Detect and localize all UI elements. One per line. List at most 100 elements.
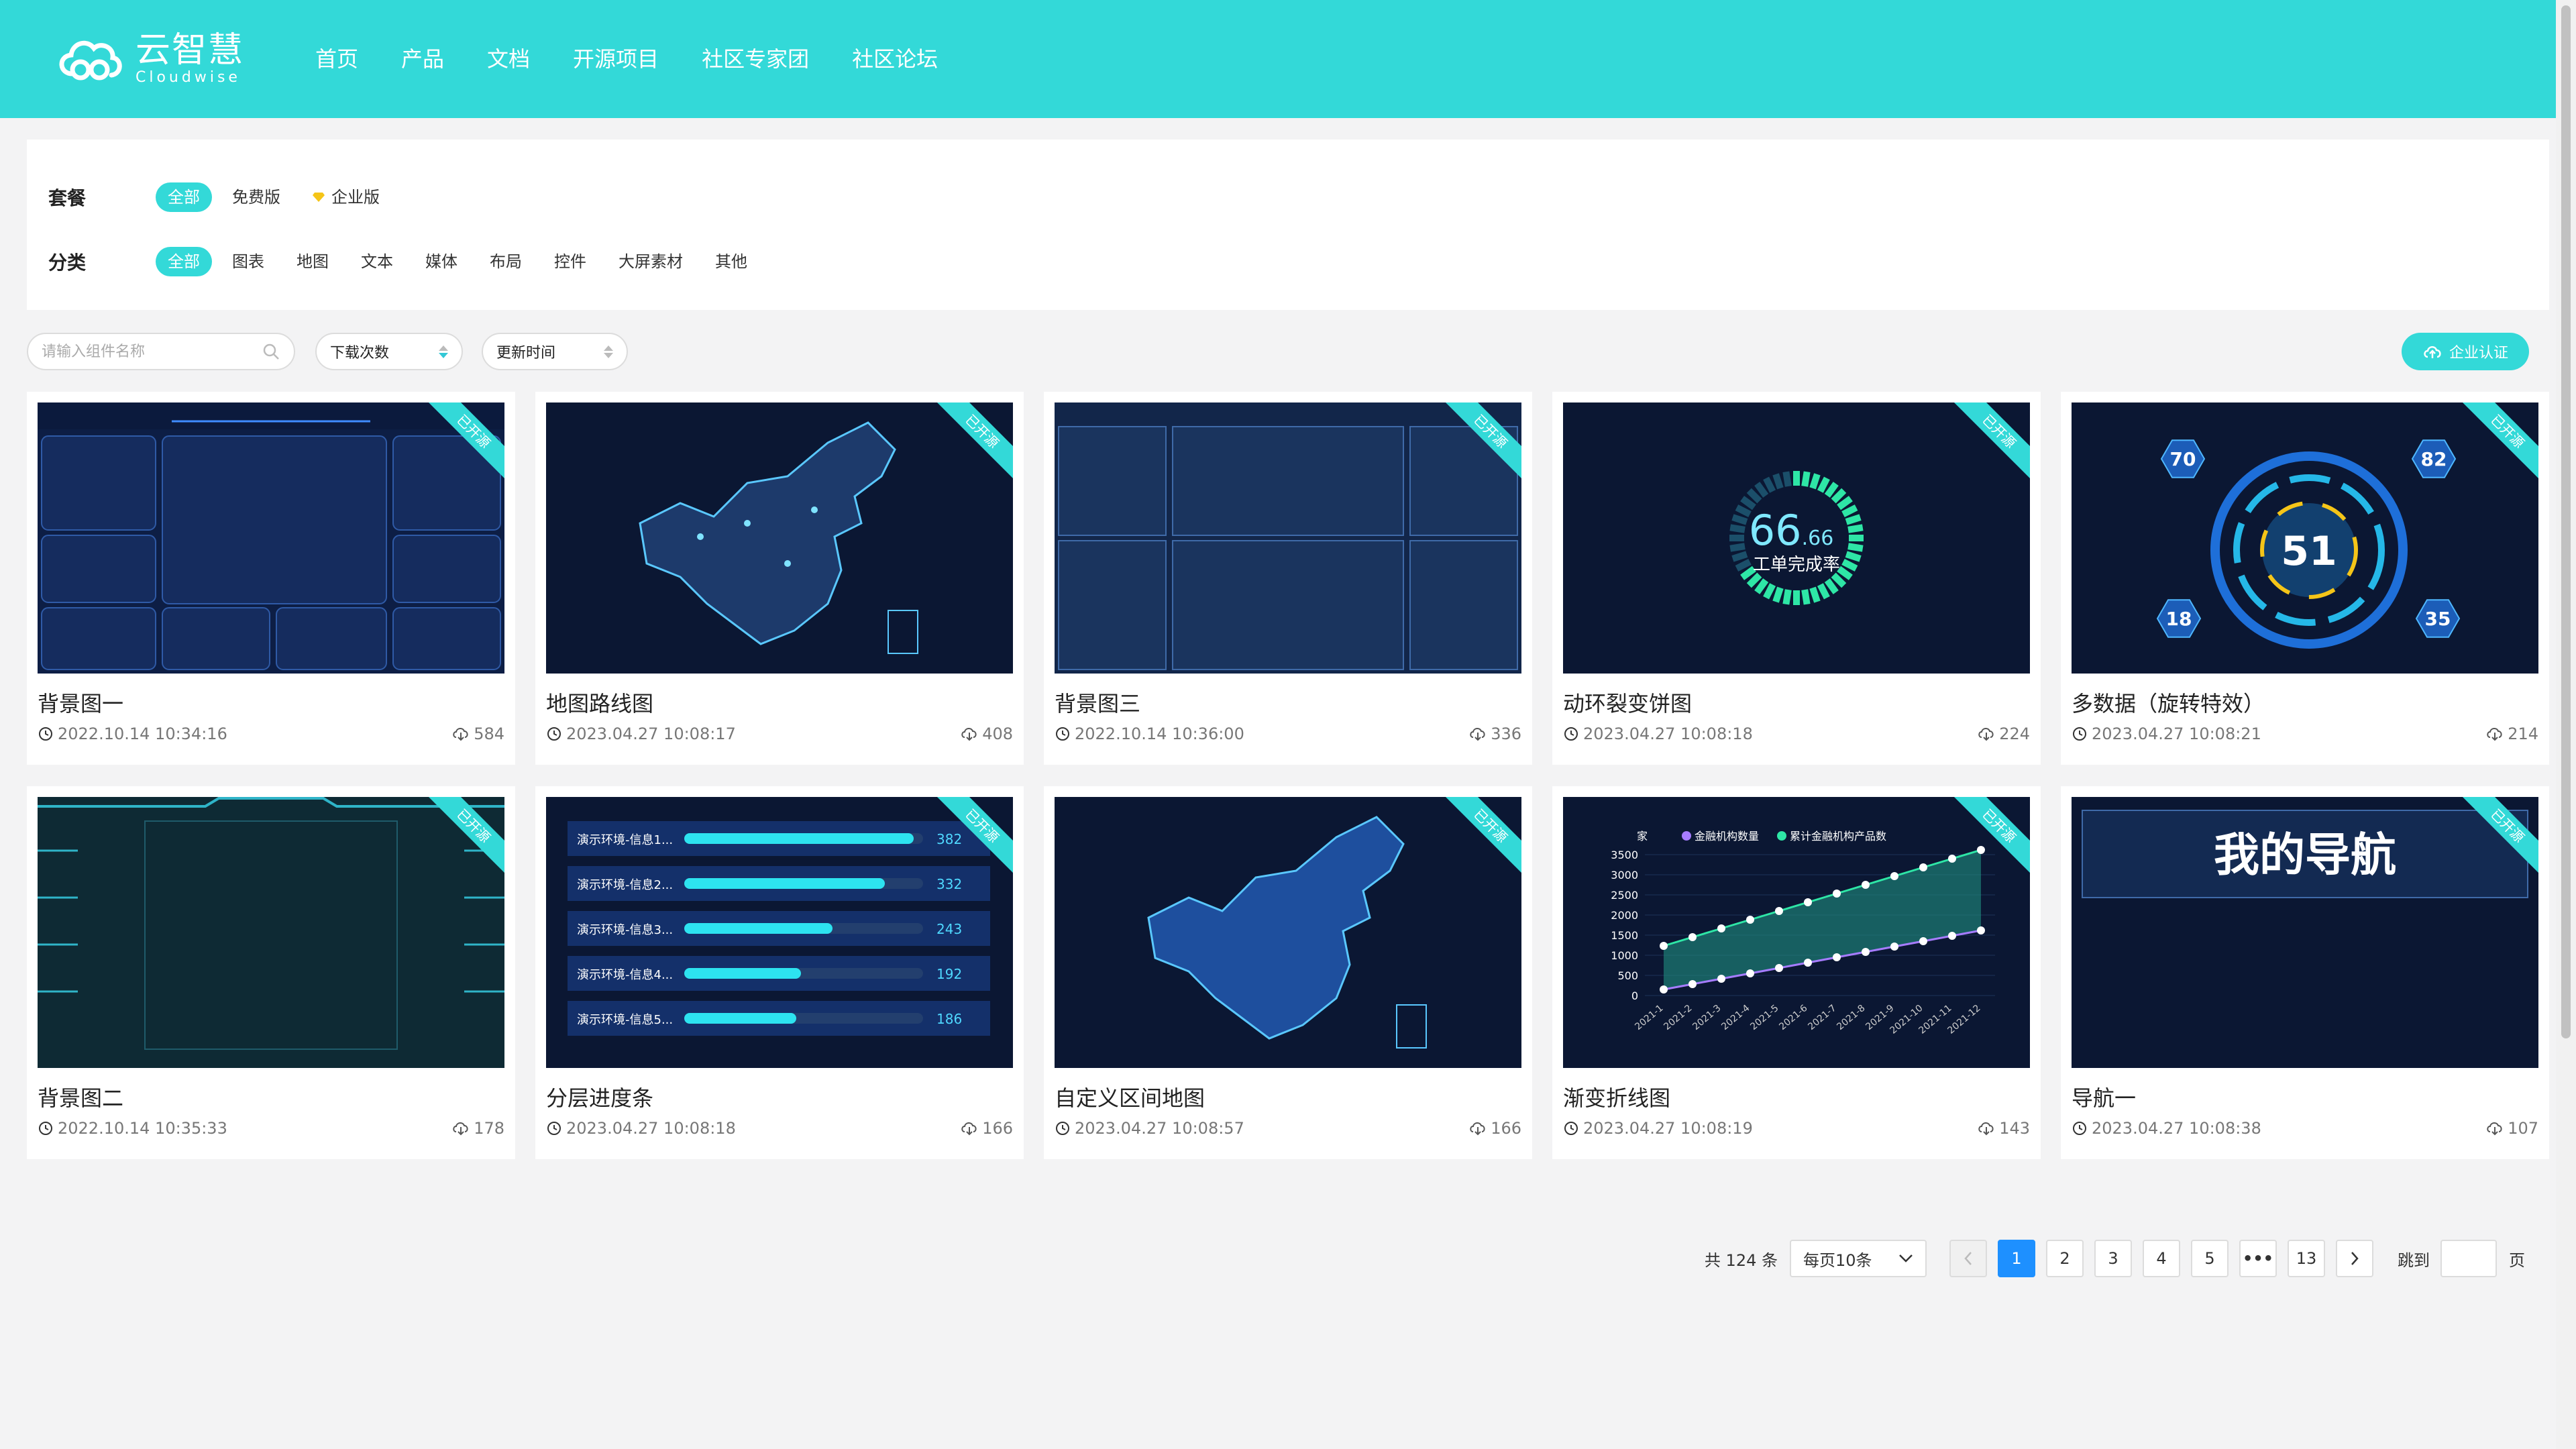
clock-icon [2073,1122,2086,1135]
page-button-1[interactable]: 1 [1998,1240,2035,1277]
nav-products[interactable]: 产品 [401,42,444,76]
category-chip-map[interactable]: 地图 [284,247,341,276]
card-title[interactable]: 渐变折线图 [1563,1081,1670,1112]
page-button-2[interactable]: 2 [2046,1240,2084,1277]
line-ytick: 500 [1617,969,1638,982]
download-cloud-icon [453,728,468,741]
package-filter-label: 套餐 [48,187,87,209]
component-card[interactable]: 已开源 背景图一 2022.10.14 10:34:16 584 [27,392,515,765]
card-thumbnail[interactable]: 已开源 [1055,797,1521,1068]
line-ytick: 2500 [1611,889,1638,902]
more-pages-button[interactable]: ••• [2239,1240,2277,1277]
card-title[interactable]: 分层进度条 [546,1081,653,1112]
component-card[interactable]: 已开源 地图路线图 2023.04.27 10:08:17 408 [535,392,1024,765]
card-thumbnail[interactable]: 66.66 工单完成率 已开源 [1563,402,2030,674]
pagination: 共 124 条 每页10条 1 2 3 4 5 ••• 13 跳到 页 [1705,1240,2525,1277]
page-button-3[interactable]: 3 [2094,1240,2132,1277]
component-card[interactable]: 51 70 82 18 35 已开源多数据（旋转特效） 2023.04.27 10:08:2… [2061,392,2549,765]
page-size-select[interactable]: 每页10条 [1790,1240,1927,1277]
category-chip-layout[interactable]: 布局 [478,247,534,276]
category-chip-all[interactable]: 全部 [156,247,212,276]
category-chip-control[interactable]: 控件 [542,247,598,276]
download-cloud-icon [1978,1122,1994,1136]
component-card[interactable]: 演示环境-信息1... 382 演示环境-信息2... 332 演示环境-信息3... 2… [535,786,1024,1159]
prev-page-button[interactable] [1949,1240,1987,1277]
package-chip-enterprise[interactable]: 企业版 [301,182,392,212]
card-title[interactable]: 导航一 [2072,1081,2136,1112]
sort-updated-label: 更新时间 [496,345,556,362]
sort-by-downloads-button[interactable]: 下载次数 [315,333,463,370]
card-thumbnail[interactable]: 51 70 82 18 35 已开源 [2072,402,2538,674]
thumbnail-preview [38,402,504,674]
card-time-text: 2023.04.27 10:08:21 [2092,724,2261,743]
scrollbar-thumb[interactable] [2561,5,2571,1038]
page-suffix: 页 [2509,1250,2525,1270]
nav-forum[interactable]: 社区论坛 [852,42,938,76]
card-title[interactable]: 背景图二 [38,1081,123,1112]
nav-docs[interactable]: 文档 [487,42,530,76]
card-download-text: 214 [2508,724,2538,743]
card-title[interactable]: 地图路线图 [546,687,653,718]
card-updated-time: 2023.04.27 10:08:18 [546,1119,736,1138]
bar-fill [684,833,914,844]
card-title[interactable]: 背景图三 [1055,687,1140,718]
card-time-text: 2023.04.27 10:08:57 [1075,1119,1244,1138]
component-card[interactable]: 已开源 背景图二 2022.10.14 10:35:33 178 [27,786,515,1159]
multi-hex-value: 70 [2170,448,2196,470]
thumbnail-preview: 66.66工单完成率 [1563,402,2030,674]
bar-value: 186 [936,1011,962,1027]
thumbnail-preview [38,797,504,1068]
search-icon[interactable] [262,342,280,361]
card-thumbnail[interactable]: 已开源 [38,402,504,674]
category-chip-other[interactable]: 其他 [703,247,759,276]
card-time-text: 2023.04.27 10:08:18 [1583,724,1753,743]
download-cloud-icon [453,1122,468,1136]
card-title[interactable]: 自定义区间地图 [1055,1081,1205,1112]
nav-home[interactable]: 首页 [315,42,358,76]
next-page-button[interactable] [2336,1240,2373,1277]
nav-expert-team[interactable]: 社区专家团 [702,42,809,76]
download-cloud-icon [2487,1122,2502,1136]
component-card[interactable]: 我的导航 已开源 导航一 2023.04.27 10:08:38 107 [2061,786,2549,1159]
page-button-13[interactable]: 13 [2288,1240,2325,1277]
chevron-down-icon [1899,1254,1913,1263]
component-search-input[interactable] [42,343,262,360]
card-thumbnail[interactable]: 我的导航 已开源 [2072,797,2538,1068]
category-chip-text[interactable]: 文本 [349,247,405,276]
nav-open-source[interactable]: 开源项目 [573,42,659,76]
jump-page-input[interactable] [2440,1240,2497,1277]
package-chip-all[interactable]: 全部 [156,182,212,212]
page-button-4[interactable]: 4 [2143,1240,2180,1277]
sort-by-updated-button[interactable]: 更新时间 [482,333,628,370]
card-thumbnail[interactable]: 已开源 [1055,402,1521,674]
card-title[interactable]: 背景图一 [38,687,123,718]
cloudwise-logo[interactable]: 云智慧 Cloudwise [52,27,254,91]
component-card[interactable]: 已开源 背景图三 2022.10.14 10:36:00 336 [1044,392,1532,765]
clock-icon [2073,727,2086,741]
category-filter-label: 分类 [48,252,87,274]
component-card[interactable]: 已开源 自定义区间地图 2023.04.27 10:08:57 166 [1044,786,1532,1159]
card-thumbnail[interactable]: 已开源 [38,797,504,1068]
page-button-5[interactable]: 5 [2191,1240,2229,1277]
category-chip-bigscreen[interactable]: 大屏素材 [606,247,695,276]
card-time-text: 2022.10.14 10:36:00 [1075,724,1244,743]
card-title[interactable]: 动环裂变饼图 [1563,687,1692,718]
multi-hex-value: 18 [2166,608,2192,630]
enterprise-cert-button[interactable]: 企业认证 [2402,333,2529,370]
card-title[interactable]: 多数据（旋转特效） [2072,687,2265,718]
component-card[interactable]: 66.66 工单完成率 已开源动环裂变饼图 2023.04.27 10:08:18 22… [1552,392,2041,765]
diamond-icon [313,193,325,202]
card-time-text: 2022.10.14 10:35:33 [58,1119,227,1138]
card-thumbnail[interactable]: 家 金融机构数量 累计金融机构产品数 3500 3000 2500 2000 1500 1000… [1563,797,2030,1068]
card-thumbnail[interactable]: 已开源 [546,402,1013,674]
card-download-count: 224 [1978,724,2030,743]
card-thumbnail[interactable]: 演示环境-信息1... 382 演示环境-信息2... 332 演示环境-信息3... 2… [546,797,1013,1068]
package-chip-free[interactable]: 免费版 [220,182,292,212]
category-chip-media[interactable]: 媒体 [413,247,470,276]
bar-fill [684,923,833,934]
category-chip-chart[interactable]: 图表 [220,247,276,276]
sort-arrows-icon [604,345,613,358]
card-download-count: 584 [452,724,504,743]
page-scrollbar[interactable] [2556,0,2576,1449]
component-card[interactable]: 家 金融机构数量 累计金融机构产品数 3500 3000 2500 2000 1500 1000… [1552,786,2041,1159]
